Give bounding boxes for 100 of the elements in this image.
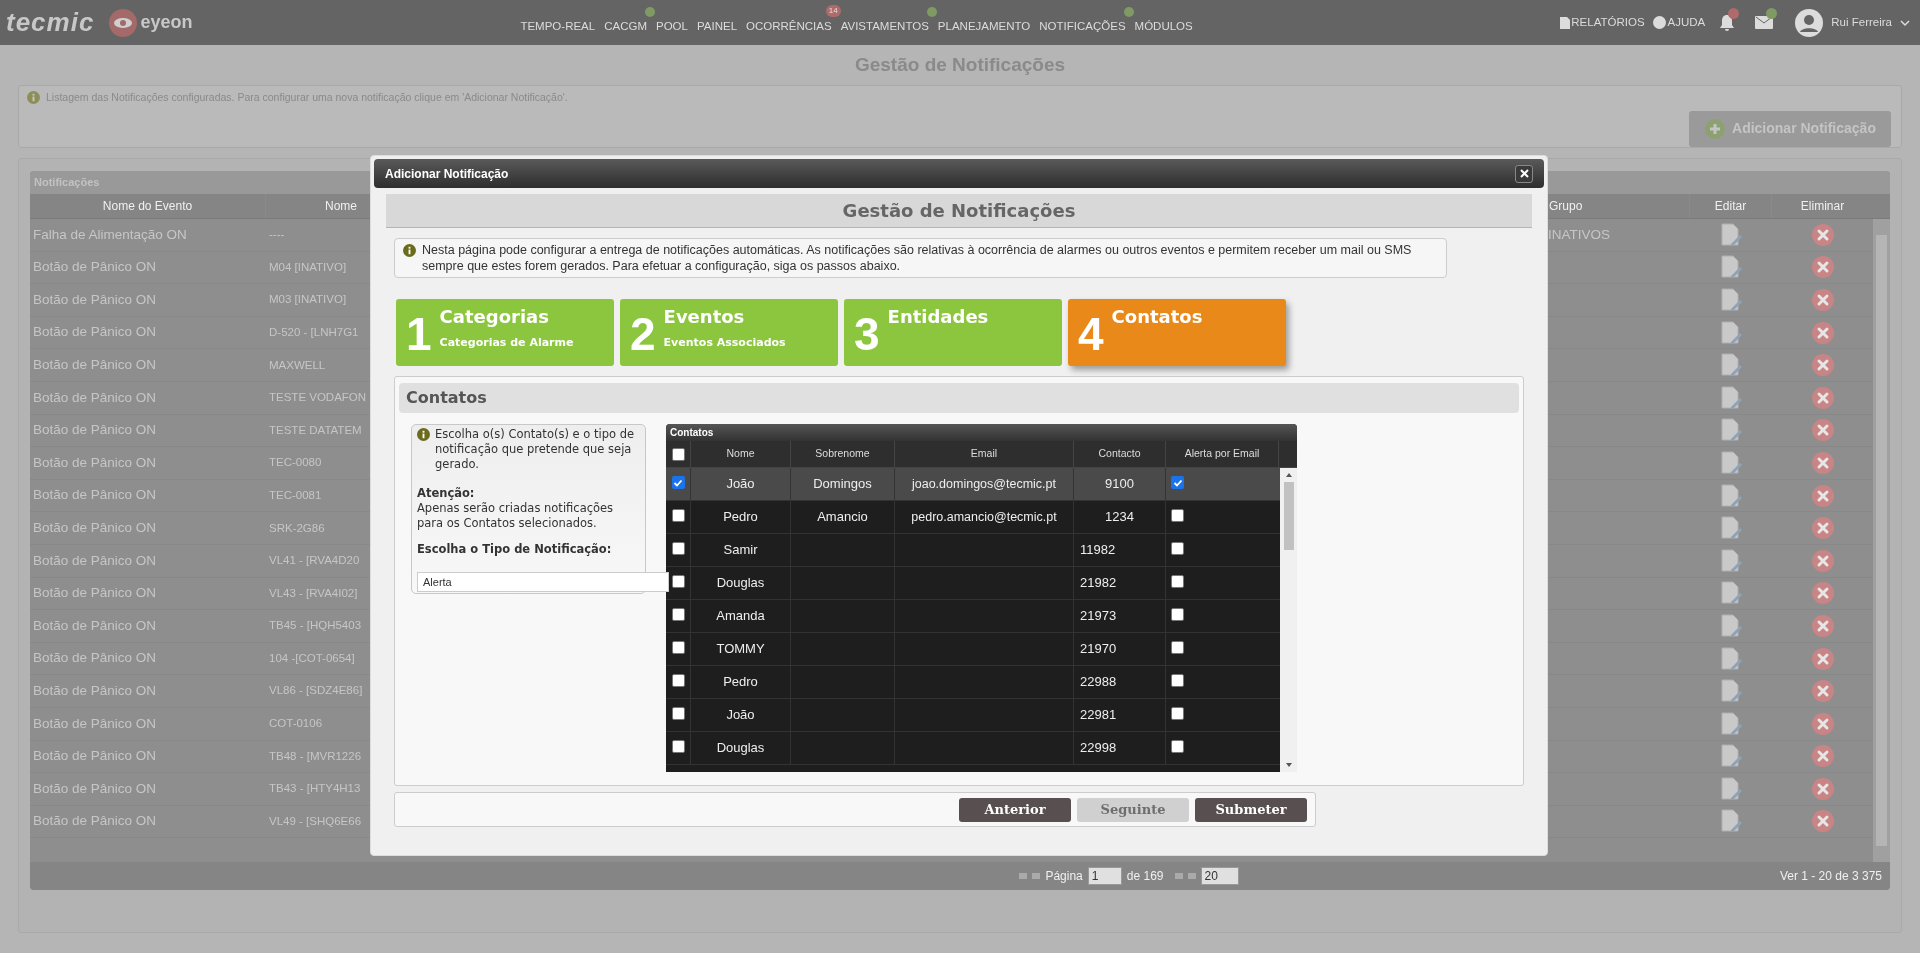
checkbox[interactable]	[1171, 476, 1184, 489]
contact-row[interactable]: Douglas 22998	[666, 732, 1280, 765]
scroll-thumb[interactable]	[1283, 482, 1294, 550]
edit-document-icon[interactable]	[1719, 222, 1743, 247]
bell-icon[interactable]	[1719, 13, 1736, 32]
edit-document-icon[interactable]	[1719, 613, 1743, 638]
scrollbar[interactable]	[1280, 468, 1297, 772]
wizard-button[interactable]: Submeter	[1195, 797, 1307, 822]
delete-icon[interactable]	[1810, 222, 1835, 247]
column-header[interactable]: Editar	[1690, 194, 1772, 218]
edit-document-icon[interactable]	[1719, 646, 1743, 671]
delete-icon[interactable]	[1810, 679, 1835, 704]
nav-link[interactable]: TEMPO-REAL	[520, 19, 596, 32]
delete-icon[interactable]	[1810, 776, 1835, 801]
notification-type-field[interactable]: Alerta	[417, 572, 669, 592]
column-header[interactable]: Nome	[691, 441, 791, 467]
nav-link[interactable]: POOL	[656, 19, 688, 32]
edit-document-icon[interactable]	[1719, 744, 1743, 769]
delete-icon[interactable]	[1810, 581, 1835, 606]
user-name[interactable]: Rui Ferreira	[1831, 13, 1892, 32]
delete-icon[interactable]	[1810, 711, 1835, 736]
column-header[interactable]: Email	[895, 441, 1074, 467]
delete-icon[interactable]	[1810, 450, 1835, 475]
delete-icon[interactable]	[1810, 385, 1835, 410]
contact-row[interactable]: Douglas 21982	[666, 567, 1280, 600]
checkbox[interactable]	[671, 707, 685, 720]
edit-document-icon[interactable]	[1719, 516, 1743, 541]
nav-link[interactable]: PLANEJAMENTO	[937, 19, 1031, 32]
delete-icon[interactable]	[1810, 613, 1835, 638]
edit-document-icon[interactable]	[1719, 255, 1743, 280]
nav-link[interactable]: CACGM	[604, 19, 647, 32]
column-header[interactable]: Eliminar	[1772, 194, 1873, 218]
edit-document-icon[interactable]	[1719, 776, 1743, 801]
contact-row[interactable]: João 22981	[666, 699, 1280, 732]
edit-document-icon[interactable]	[1719, 418, 1743, 443]
delete-icon[interactable]	[1810, 483, 1835, 508]
nav-link[interactable]: PAINEL	[696, 19, 738, 32]
reports-link[interactable]: RELATÓRIOS	[1571, 13, 1645, 32]
delete-icon[interactable]	[1810, 809, 1835, 834]
wizard-button[interactable]: Anterior	[959, 797, 1071, 822]
checkbox[interactable]	[1171, 608, 1184, 621]
contact-row[interactable]: TOMMY 21970	[666, 633, 1280, 666]
delete-icon[interactable]	[1810, 646, 1835, 671]
mail-icon[interactable]	[1755, 16, 1774, 29]
contact-row[interactable]: Amanda 21973	[666, 600, 1280, 633]
delete-icon[interactable]	[1810, 255, 1835, 280]
delete-icon[interactable]	[1810, 548, 1835, 573]
contact-row[interactable]: João Domingos joao.domingos@tecmic.pt 9100	[666, 468, 1280, 501]
edit-document-icon[interactable]	[1719, 711, 1743, 736]
page-input[interactable]: 1	[1087, 867, 1122, 885]
delete-icon[interactable]	[1810, 320, 1835, 345]
edit-document-icon[interactable]	[1719, 548, 1743, 573]
column-header[interactable]: Alerta por Email	[1166, 441, 1279, 467]
checkbox[interactable]	[671, 674, 685, 687]
checkbox[interactable]	[1171, 509, 1184, 522]
checkbox[interactable]	[671, 641, 685, 654]
page-size-select[interactable]: 20	[1200, 867, 1239, 885]
edit-document-icon[interactable]	[1719, 288, 1743, 312]
chevron-down-icon[interactable]	[1900, 18, 1910, 27]
close-button[interactable]	[1515, 164, 1533, 183]
delete-icon[interactable]	[1810, 288, 1835, 312]
scrollbar[interactable]	[1873, 219, 1890, 862]
delete-icon[interactable]	[1810, 516, 1835, 541]
user-avatar-icon[interactable]	[1795, 8, 1824, 37]
edit-document-icon[interactable]	[1719, 385, 1743, 410]
edit-document-icon[interactable]	[1719, 320, 1743, 345]
checkbox[interactable]	[671, 575, 685, 588]
contact-row[interactable]: Pedro 22988	[666, 666, 1280, 699]
step-subtitle: Categorias de Alarme	[439, 335, 574, 351]
edit-document-icon[interactable]	[1719, 450, 1743, 475]
checkbox[interactable]	[1171, 707, 1184, 720]
edit-document-icon[interactable]	[1719, 809, 1743, 834]
nav-link[interactable]: OCORRÊNCIAS	[746, 19, 832, 32]
checkbox[interactable]	[671, 740, 685, 753]
column-header[interactable]: Nome do Evento	[30, 194, 266, 218]
checkbox[interactable]	[671, 608, 685, 621]
delete-icon[interactable]	[1810, 418, 1835, 443]
nav-link[interactable]: NOTIFICAÇÕES	[1039, 19, 1126, 32]
checkbox[interactable]	[671, 476, 685, 489]
edit-document-icon[interactable]	[1719, 581, 1743, 606]
contact-row[interactable]: Pedro Amancio pedro.amancio@tecmic.pt 1234	[666, 501, 1280, 534]
checkbox[interactable]	[1171, 641, 1184, 654]
edit-document-icon[interactable]	[1719, 353, 1743, 378]
checkbox[interactable]	[1171, 674, 1184, 687]
checkbox[interactable]	[1171, 740, 1184, 753]
column-header[interactable]: Sobrenome	[791, 441, 895, 467]
edit-document-icon[interactable]	[1719, 483, 1743, 508]
delete-icon[interactable]	[1810, 353, 1835, 378]
contact-row[interactable]: Samir 11982	[666, 534, 1280, 567]
column-header[interactable]: Contacto	[1074, 441, 1166, 467]
checkbox[interactable]	[671, 542, 685, 555]
nav-link[interactable]: MÓDULOS	[1134, 19, 1193, 32]
delete-icon[interactable]	[1810, 744, 1835, 769]
checkbox[interactable]	[671, 509, 685, 522]
checkbox[interactable]	[1171, 542, 1184, 555]
checkbox[interactable]	[671, 447, 685, 461]
edit-document-icon[interactable]	[1719, 679, 1743, 704]
help-link[interactable]: AJUDA	[1667, 13, 1706, 32]
nav-link[interactable]: AVISTAMENTOS	[840, 19, 929, 32]
checkbox[interactable]	[1171, 575, 1184, 588]
